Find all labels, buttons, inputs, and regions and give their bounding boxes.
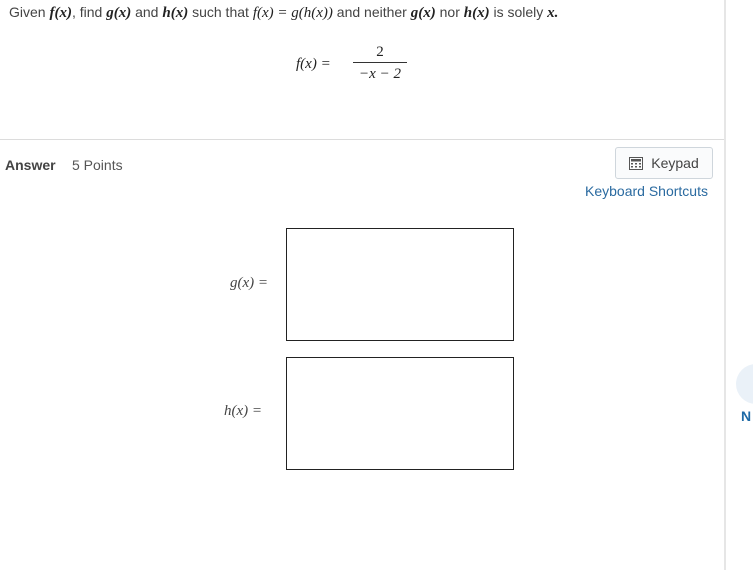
question-h-of-x-2: h(x) [463, 5, 490, 21]
question-is-solely: is solely [493, 4, 544, 20]
question-x-var: x. [547, 5, 559, 21]
next-label[interactable]: N [741, 408, 751, 424]
question-find: , find [71, 4, 103, 20]
question-g-of-x-2: g(x) [410, 5, 436, 21]
question-and: and [135, 4, 159, 20]
formula-lhs: f(x) = [296, 56, 331, 72]
g-field-label: g(x) = [230, 275, 269, 291]
keypad-button[interactable]: Keypad [615, 147, 713, 179]
question-given: Given [9, 4, 46, 20]
next-button-bubble[interactable] [736, 364, 753, 404]
question-and-neither: and neither [336, 4, 407, 20]
question-panel: Given f(x), find g(x) and h(x) such that… [0, 0, 724, 570]
keypad-label: Keypad [651, 155, 699, 171]
answer-label: Answer [5, 157, 56, 173]
points-value: 5 Points [72, 157, 123, 173]
formula-fraction: 2 −x − 2 [351, 42, 409, 83]
question-such-that: such that [192, 4, 249, 20]
keyboard-shortcuts-link[interactable]: Keyboard Shortcuts [585, 183, 708, 199]
question-h-of-x: h(x) [162, 5, 189, 21]
g-answer-input[interactable] [286, 228, 514, 341]
h-field-label: h(x) = [224, 403, 263, 419]
section-divider [0, 139, 724, 140]
formula-denominator: −x − 2 [359, 66, 401, 82]
formula-numerator: 2 [376, 44, 384, 60]
question-f-of-x: f(x) [49, 5, 72, 21]
page: Given f(x), find g(x) and h(x) such that… [0, 0, 753, 570]
side-panel: N [726, 0, 753, 570]
question-text: Given f(x), find g(x) and h(x) such that… [9, 4, 558, 22]
question-g-of-x: g(x) [106, 5, 132, 21]
calculator-icon [629, 156, 644, 170]
h-answer-input[interactable] [286, 357, 514, 470]
question-relation: f(x) = g(h(x)) [252, 5, 333, 21]
question-nor: nor [439, 4, 460, 20]
